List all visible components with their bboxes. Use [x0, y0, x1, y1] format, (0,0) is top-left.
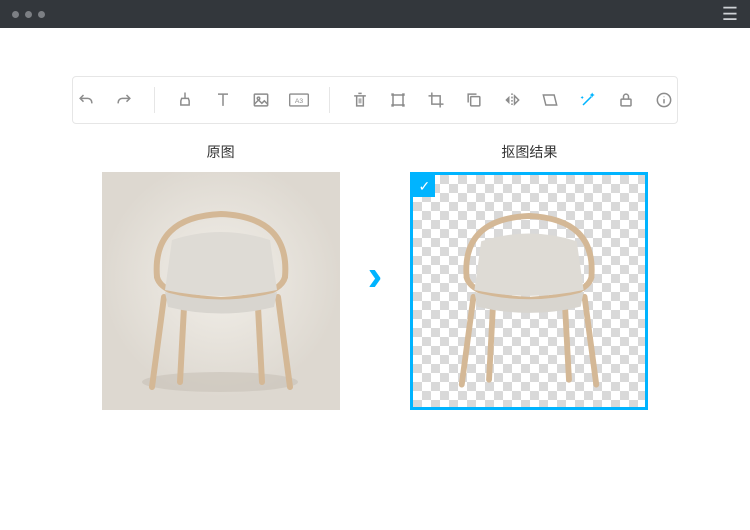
- redo-icon[interactable]: [112, 88, 136, 112]
- skew-icon[interactable]: [538, 88, 562, 112]
- editor-content: A3 原图: [0, 28, 750, 410]
- flip-horizontal-icon[interactable]: [500, 88, 524, 112]
- toolbar-sep: [329, 87, 330, 113]
- window-controls: [12, 11, 45, 18]
- original-image[interactable]: [102, 172, 340, 410]
- compare-row: 原图: [72, 142, 678, 410]
- editor-toolbar: A3: [72, 76, 678, 124]
- window-dot-max[interactable]: [38, 11, 45, 18]
- original-label: 原图: [207, 142, 235, 162]
- window-titlebar: ☰: [0, 0, 750, 28]
- delete-icon[interactable]: [348, 88, 372, 112]
- info-icon[interactable]: [652, 88, 676, 112]
- toolbar-sep: [154, 87, 155, 113]
- undo-icon[interactable]: [74, 88, 98, 112]
- arrow-icon: ›: [368, 251, 383, 301]
- selected-check-icon: ✓: [413, 175, 435, 197]
- result-image[interactable]: ✓: [410, 172, 648, 410]
- result-label: 抠图结果: [501, 142, 557, 162]
- magic-cutout-icon[interactable]: [576, 88, 600, 112]
- text-icon[interactable]: [211, 88, 235, 112]
- chair-cutout: [413, 175, 645, 407]
- chair-original: [102, 172, 340, 410]
- result-panel: 抠图结果 ✓: [410, 142, 648, 410]
- brush-icon[interactable]: [173, 88, 197, 112]
- menu-icon[interactable]: ☰: [722, 5, 738, 23]
- svg-text:A3: A3: [295, 98, 304, 105]
- lock-icon[interactable]: [614, 88, 638, 112]
- transform-icon[interactable]: [386, 88, 410, 112]
- window-dot-min[interactable]: [25, 11, 32, 18]
- crop-icon[interactable]: [424, 88, 448, 112]
- copy-icon[interactable]: [462, 88, 486, 112]
- aspect-ratio-icon[interactable]: A3: [287, 88, 311, 112]
- original-panel: 原图: [102, 142, 340, 410]
- window-dot-close[interactable]: [12, 11, 19, 18]
- image-icon[interactable]: [249, 88, 273, 112]
